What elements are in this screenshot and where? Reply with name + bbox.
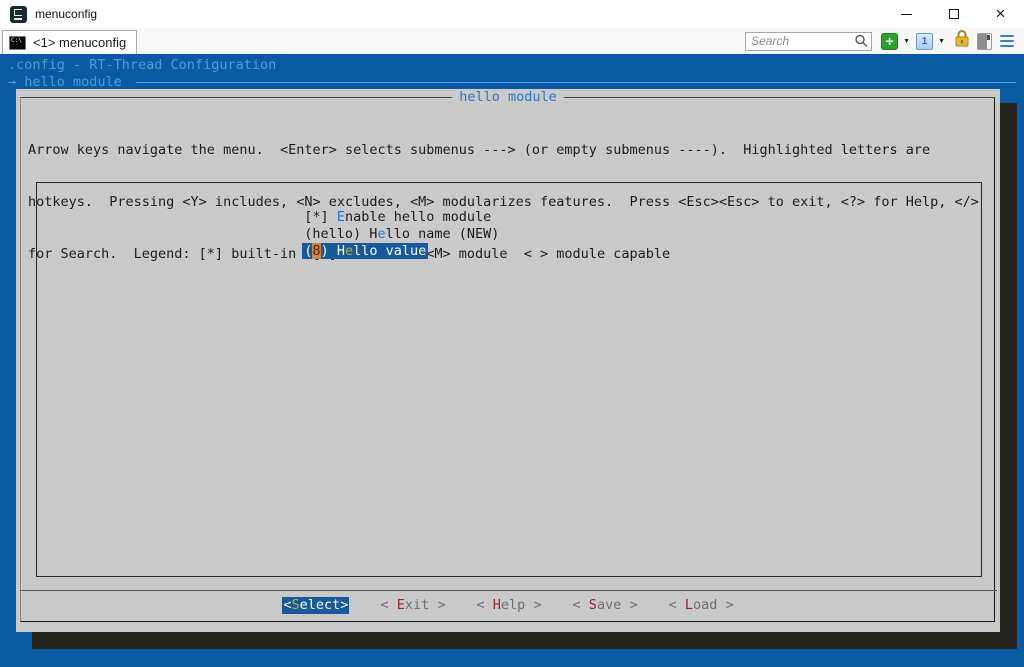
scroll-panel-button[interactable]: [977, 33, 992, 50]
search-box: [745, 32, 872, 51]
app-icon-glyph: [14, 9, 22, 16]
tab-label: <1> menuconfig: [33, 35, 126, 50]
new-console-button[interactable]: +: [881, 33, 898, 50]
hotkey-letter: e: [377, 226, 385, 242]
hotkey-letter: L: [685, 597, 693, 613]
minimize-button[interactable]: [883, 0, 930, 28]
hotkey-letter: S: [292, 597, 300, 613]
dialog-buttons: <Select> < Exit > < Help > < Save > < Lo…: [16, 597, 1000, 614]
menu-item-enable-hello-module[interactable]: [*] Enable hello module: [37, 192, 981, 209]
close-icon: ×: [996, 5, 1006, 22]
selected-menu-item: (8) Hello value: [302, 243, 428, 259]
terminal: .config - RT-Thread Configuration → hell…: [0, 56, 1024, 667]
caption-buttons: ×: [883, 0, 1024, 28]
exit-button[interactable]: < Exit >: [380, 597, 445, 614]
load-button[interactable]: < Load >: [669, 597, 734, 614]
hotkey-letter: e: [345, 243, 353, 259]
select-button[interactable]: <Select>: [282, 597, 349, 614]
hamburger-menu-icon[interactable]: [1000, 35, 1014, 48]
text-cursor: 8: [312, 243, 320, 259]
search-input[interactable]: [746, 34, 854, 49]
conemu-window: menuconfig × C:\ <1> menuconfig: [0, 0, 1024, 667]
app-icon: [10, 6, 27, 23]
maximize-icon: [949, 9, 959, 19]
maximize-button[interactable]: [930, 0, 977, 28]
tabbar: C:\ <1> menuconfig + ▼ 1 ▼: [0, 28, 1024, 56]
dialog-shadow: [1000, 103, 1017, 649]
search-icon: [854, 34, 868, 48]
dialog-shadow: [32, 632, 1000, 649]
config-path-line: .config - RT-Thread Configuration: [8, 57, 276, 74]
instructions-line: Arrow keys navigate the menu. <Enter> se…: [28, 142, 979, 159]
button-separator: [20, 590, 997, 591]
hotkey-letter: S: [589, 597, 597, 613]
tab-menuconfig[interactable]: C:\ <1> menuconfig: [2, 30, 137, 54]
titlebar: menuconfig ×: [0, 0, 1024, 28]
menuconfig-dialog: hello module Arrow keys navigate the men…: [16, 89, 1000, 632]
dialog-title: hello module: [16, 89, 1000, 106]
console-icon: C:\: [9, 36, 26, 50]
hotkey-letter: H: [493, 597, 501, 613]
chevron-down-icon[interactable]: ▼: [938, 38, 945, 45]
hotkey-letter: E: [397, 597, 405, 613]
minimize-icon: [901, 14, 912, 15]
menu-list: [*] Enable hello module (hello) Hello na…: [36, 182, 982, 577]
menu-item-hello-value[interactable]: (8) Hello value: [37, 226, 981, 243]
window-list-button[interactable]: 1: [916, 33, 933, 50]
close-button[interactable]: ×: [977, 0, 1024, 28]
help-button[interactable]: < Help >: [476, 597, 541, 614]
save-button[interactable]: < Save >: [573, 597, 638, 614]
window-title: menuconfig: [35, 7, 97, 21]
lock-icon[interactable]: [953, 29, 971, 53]
hotkey-letter: E: [337, 209, 345, 225]
chevron-down-icon[interactable]: ▼: [903, 38, 910, 45]
menu-item-hello-name[interactable]: (hello) Hello name (NEW): [37, 209, 981, 226]
